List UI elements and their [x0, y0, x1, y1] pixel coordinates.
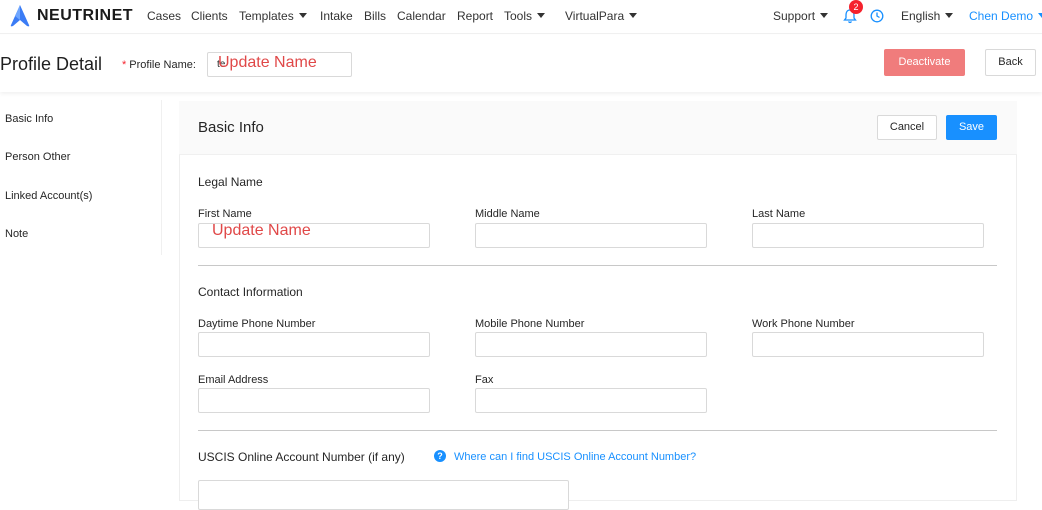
brand-logo[interactable]: NEUTRINET: [7, 4, 133, 28]
daytime-phone-field[interactable]: [198, 332, 430, 357]
uscis-account-field[interactable]: [198, 480, 569, 510]
nav-clients[interactable]: Clients: [191, 9, 228, 23]
chevron-down-icon: [1038, 13, 1042, 18]
notification-badge: 2: [849, 0, 863, 14]
nav-tools-label: Tools: [504, 9, 533, 23]
side-item-note[interactable]: Note: [5, 228, 28, 240]
deactivate-button[interactable]: Deactivate: [884, 49, 965, 76]
legal-name-title: Legal Name: [198, 175, 263, 189]
update-name-annotation: Update Name: [212, 222, 311, 239]
daytime-phone-label: Daytime Phone Number: [198, 318, 316, 330]
neutrinet-logo-icon: [10, 5, 30, 27]
cancel-button[interactable]: Cancel: [877, 115, 937, 140]
mobile-phone-field[interactable]: [475, 332, 707, 357]
nav-templates[interactable]: Templates: [239, 9, 307, 23]
fax-field[interactable]: [475, 388, 707, 413]
user-menu[interactable]: Chen Demo: [969, 9, 1042, 23]
question-icon[interactable]: ?: [434, 450, 446, 462]
nav-calendar[interactable]: Calendar: [397, 9, 446, 23]
save-button[interactable]: Save: [946, 115, 997, 140]
profile-name-label: * Profile Name:: [122, 59, 196, 71]
work-phone-label: Work Phone Number: [752, 318, 855, 330]
side-item-linked-accounts[interactable]: Linked Account(s): [5, 190, 92, 202]
nav-bills[interactable]: Bills: [364, 9, 386, 23]
basic-info-card: [179, 101, 1017, 501]
nav-intake[interactable]: Intake: [320, 9, 353, 23]
work-phone-field[interactable]: [752, 332, 984, 357]
side-item-basic-info[interactable]: Basic Info: [5, 113, 53, 125]
last-name-label: Last Name: [752, 208, 806, 220]
nav-support[interactable]: Support: [773, 9, 829, 23]
history-clock-icon[interactable]: [870, 9, 884, 23]
uscis-help-link[interactable]: Where can I find USCIS Online Account Nu…: [454, 451, 696, 463]
uscis-title: USCIS Online Account Number (if any): [198, 450, 405, 464]
back-button[interactable]: Back: [985, 49, 1036, 76]
last-name-field[interactable]: [752, 223, 984, 248]
section-divider: [198, 430, 997, 431]
nav-report[interactable]: Report: [457, 9, 493, 23]
card-title: Basic Info: [198, 119, 264, 136]
nav-support-label: Support: [773, 9, 816, 23]
first-name-label: First Name: [198, 208, 252, 220]
side-item-person-other[interactable]: Person Other: [5, 151, 70, 163]
required-mark: *: [122, 59, 127, 71]
language-label: English: [901, 9, 941, 23]
profile-name-label-text: Profile Name:: [129, 59, 196, 71]
nav-virtualpara-label: VirtualPara: [565, 9, 625, 23]
email-label: Email Address: [198, 374, 269, 386]
nav-cases[interactable]: Cases: [147, 9, 181, 23]
section-divider: [198, 265, 997, 266]
mobile-phone-label: Mobile Phone Number: [475, 318, 585, 330]
nav-templates-label: Templates: [239, 9, 294, 23]
chevron-down-icon: [537, 13, 546, 18]
chevron-down-icon: [945, 13, 954, 18]
contact-info-title: Contact Information: [198, 285, 303, 299]
brand-name: NEUTRINET: [37, 7, 134, 24]
chevron-down-icon: [298, 13, 307, 18]
user-name: Chen Demo: [969, 9, 1034, 23]
update-name-annotation: Update Name: [218, 54, 317, 71]
fax-label: Fax: [475, 374, 494, 386]
chevron-down-icon: [629, 13, 638, 18]
page-title: Profile Detail: [0, 54, 103, 74]
middle-name-label: Middle Name: [475, 208, 540, 220]
chevron-down-icon: [820, 13, 829, 18]
email-field[interactable]: [198, 388, 430, 413]
nav-tools[interactable]: Tools: [504, 9, 546, 23]
middle-name-field[interactable]: [475, 223, 707, 248]
language-select[interactable]: English: [901, 9, 954, 23]
nav-virtualpara[interactable]: VirtualPara: [565, 9, 638, 23]
